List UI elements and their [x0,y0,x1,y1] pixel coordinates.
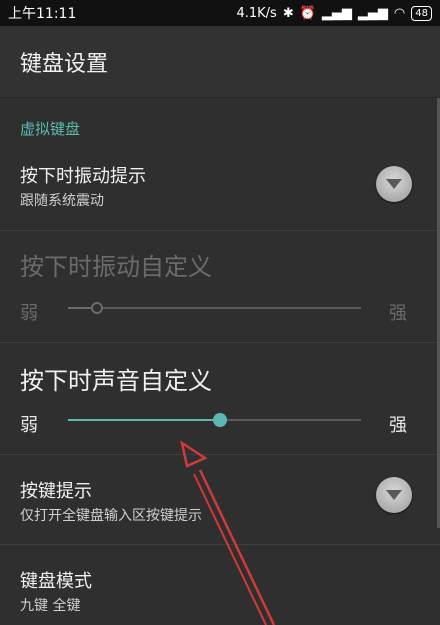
net-speed: 4.1K/s [236,5,277,21]
sound-slider-thumb[interactable] [213,413,227,427]
wifi-icon: ◠ [393,5,406,21]
slider-min-label: 弱 [20,303,38,324]
setting-summary: 仅打开全键盘输入区按键提示 [20,508,202,524]
signal-icon: ▂▄▆ [321,5,352,21]
vibration-slider-track[interactable] [68,302,361,314]
status-icons: 4.1K/s ✱ ⏰ ▂▄▆ ▂▄▆ ◠ 48 [236,5,432,21]
slider-max-label: 强 [389,303,407,324]
alarm-icon: ⏰ [299,5,316,21]
bluetooth-icon: ✱ [282,5,294,21]
signal-icon-2: ▂▄▆ [357,5,388,21]
setting-vibration-hint[interactable]: 按下时振动提示 跟随系统震动 [0,148,440,228]
setting-keyboard-mode[interactable]: 键盘模式 九键 全键 [0,545,440,625]
sound-slider-track[interactable] [68,413,361,427]
setting-title: 按下时振动提示 [20,166,146,187]
key-hint-toggle[interactable] [376,477,412,513]
setting-title: 按下时振动自定义 [20,253,212,281]
slider-max-label: 强 [389,415,407,436]
vibration-slider-thumb[interactable] [91,302,103,314]
status-bar: 上午11:11 4.1K/s ✱ ⏰ ▂▄▆ ▂▄▆ ◠ 48 [0,0,440,26]
app-bar: 键盘设置 [0,26,440,98]
setting-sound-custom: 按下时声音自定义 弱 强 [0,343,440,453]
setting-vibration-custom: 按下时振动自定义 弱 强 [0,231,440,341]
page-title: 键盘设置 [20,51,109,77]
setting-title: 按键提示 [20,481,92,502]
settings-list: 虚拟键盘 按下时振动提示 跟随系统震动 按下时振动自定义 弱 强 按下时声音自定… [0,98,440,625]
setting-title: 键盘模式 [20,571,92,592]
sound-slider-fill [68,419,220,421]
vibration-hint-toggle[interactable] [376,166,412,202]
status-time: 上午11:11 [8,6,77,22]
setting-summary: 九键 全键 [20,598,81,614]
slider-min-label: 弱 [20,415,38,436]
setting-key-hint[interactable]: 按键提示 仅打开全键盘输入区按键提示 [0,455,440,543]
setting-summary: 跟随系统震动 [20,193,104,209]
section-header-virtual-keyboard: 虚拟键盘 [20,120,81,138]
setting-title: 按下时声音自定义 [20,367,212,395]
battery-icon: 48 [411,5,432,21]
